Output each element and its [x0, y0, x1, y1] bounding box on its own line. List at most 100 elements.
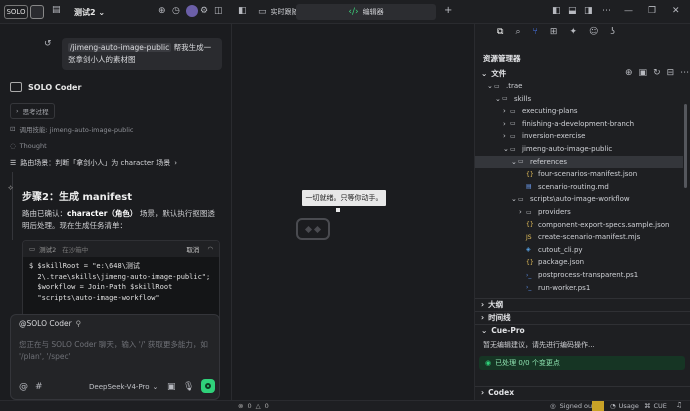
explorer-actions: ⊕ ▣ ↻ ⊟ ⋯ — [625, 69, 689, 78]
undo-icon[interactable]: ↺ — [44, 40, 52, 49]
thinking-toggle[interactable]: › 思考过程 — [10, 103, 55, 119]
microphone-icon[interactable]: 🎙 — [183, 383, 194, 392]
tree-item-label: four-scenarios-manifest.json — [538, 170, 638, 179]
new-chat-icon[interactable]: ⊕ — [158, 7, 166, 16]
tree-item-label: create-scenario-manifest.mjs — [538, 233, 641, 242]
tree-item[interactable]: › ▭ inversion-exercise — [475, 130, 683, 142]
cancel-button[interactable]: 取消 — [186, 244, 199, 254]
gear-icon[interactable]: ⚙ — [200, 7, 208, 16]
cuepro-section-header[interactable]: ⌄ Cue-Pro — [475, 324, 690, 336]
json-file-icon: {} — [526, 170, 534, 178]
tree-item-label: finishing-a-development-branch — [522, 119, 635, 128]
tree-item-label: postprocess-transparent.ps1 — [538, 271, 639, 279]
folder-icon: ▭ — [510, 107, 516, 115]
layout-right-icon[interactable]: ◨ — [584, 7, 593, 16]
model-selector[interactable]: DeepSeek-V4-Pro ⌄ — [89, 383, 158, 391]
tree-item[interactable]: {} package.json — [475, 256, 683, 268]
ellipsis-icon[interactable]: ⋯ — [602, 7, 611, 16]
send-button[interactable] — [201, 379, 215, 393]
new-folder-icon[interactable]: ▣ — [639, 69, 648, 78]
image-icon[interactable]: ▣ — [167, 383, 176, 392]
new-file-icon[interactable]: ⊕ — [625, 69, 633, 78]
chevron-right-icon: › — [519, 208, 522, 216]
tree-item[interactable]: ⌄ ▭ references — [475, 155, 683, 168]
problems-indicator[interactable]: ⊗ 0 △ 0 — [238, 402, 269, 410]
stop-icon — [205, 383, 211, 389]
add-tab-button[interactable]: + — [444, 6, 452, 16]
minimize-icon[interactable]: — — [624, 7, 633, 16]
thought-line[interactable]: ◌ Thought — [10, 142, 47, 150]
solo-badge[interactable]: SOLO — [4, 5, 28, 19]
cue-button[interactable]: ⌘ CUE — [644, 402, 667, 410]
collapse-icon[interactable]: ⊟ — [667, 69, 675, 78]
notification-icon[interactable] — [592, 401, 604, 411]
folder-open-icon: ▭ — [502, 95, 508, 103]
sparkle-icon[interactable]: ✦ — [569, 28, 577, 37]
panel-icon[interactable]: ◫ — [214, 7, 223, 16]
usage-button[interactable]: ◔ Usage — [610, 402, 639, 410]
chevron-down-icon: ⌄ — [481, 69, 488, 78]
chat-input-box[interactable]: @SOLO Coder ⚲ 您正在与 SOLO Coder 聊天，输入 '/' … — [10, 314, 220, 400]
tree-item[interactable]: ⌄ ▭ jimeng-auto-image-public — [475, 143, 683, 155]
user-icon: ◎ — [550, 402, 556, 410]
hash-icon[interactable]: # — [35, 383, 43, 392]
files-icon[interactable]: ⧉ — [497, 28, 503, 37]
avatar[interactable] — [186, 5, 198, 17]
json-file-icon: {} — [526, 258, 534, 266]
route-line[interactable]: ☰ 路由场景：判断「拿剑小人」为 character 场景 › — [10, 158, 177, 168]
folder-open-icon: ▭ — [510, 145, 516, 153]
history-icon[interactable]: ◷ — [172, 7, 180, 16]
tree-item[interactable]: ⌄ ▭ scripts\auto-image-workflow — [475, 193, 683, 205]
restore-icon[interactable]: ❐ — [648, 7, 656, 16]
tree-item[interactable]: ›_ run-worker.ps1 — [475, 282, 683, 294]
user-message: /jimeng-auto-image-public 帮我生成一张拿剑小人的素材图 — [62, 38, 222, 70]
layout-left-icon[interactable]: ◧ — [552, 7, 561, 16]
layout-bottom-icon[interactable]: ⬓ — [568, 7, 577, 16]
grid-icon[interactable]: ⊞ — [550, 28, 558, 37]
mention-chip[interactable]: @SOLO Coder ⚲ — [19, 319, 81, 328]
tree-item[interactable]: {} component-export-specs.sample.json — [475, 219, 683, 231]
tree-item[interactable]: ›_ postprocess-transparent.ps1 — [475, 269, 683, 281]
solo-mode-button[interactable] — [30, 5, 44, 19]
tree-item[interactable]: ⌄ ▭ .trae — [475, 80, 683, 92]
spinner-icon: ◠ — [207, 245, 213, 253]
cuepro-empty-text: 暂无编辑建议，请先进行编码操作... — [483, 341, 595, 349]
gauge-icon: ◔ — [610, 402, 616, 410]
chevron-right-icon: › — [481, 313, 485, 322]
tree-item[interactable]: ◈ cutout_cli.py — [475, 244, 683, 256]
chevron-down-icon: ⌄ — [503, 145, 509, 153]
tree-item-label: providers — [538, 208, 571, 216]
timeline-section-header[interactable]: › 时间线 — [475, 311, 690, 323]
bell-icon[interactable]: ♫ — [676, 402, 682, 409]
tree-item-label: package.json — [538, 258, 585, 267]
chevron-down-icon: ⌄ — [481, 326, 488, 335]
at-icon[interactable]: @ — [19, 383, 28, 392]
step-title: 步骤2：生成 manifest — [22, 192, 133, 203]
tree-scrollbar[interactable] — [684, 104, 687, 188]
source-control-icon[interactable]: ⑂ — [532, 28, 537, 37]
tree-item[interactable]: ▤ scenario-routing.md — [475, 181, 683, 193]
tree-item[interactable]: JS create-scenario-manifest.mjs — [475, 231, 683, 243]
chat-input[interactable]: 您正在与 SOLO Coder 聊天，输入 '/' 获取更多能力，如 '/pla… — [19, 339, 213, 363]
tab-editor[interactable]: ‹/› 编辑器 — [296, 4, 436, 20]
tree-item[interactable]: {} four-scenarios-manifest.json — [475, 168, 683, 180]
search-icon[interactable]: ⌕ — [515, 28, 520, 37]
settings-sliders-icon[interactable]: ⚲ — [76, 319, 82, 328]
tree-item[interactable]: › ▭ finishing-a-development-branch — [475, 118, 683, 130]
sidebar-toggle-icon-center[interactable]: ◧ — [238, 7, 247, 16]
session-title[interactable]: 测试2 ⌄ — [74, 7, 105, 18]
outline-section-header[interactable]: › 大纲 — [475, 298, 690, 310]
sidebar-toggle-icon[interactable]: ▤ — [52, 6, 61, 15]
tree-item[interactable]: › ▭ executing-plans — [475, 105, 683, 117]
ellipsis-icon[interactable]: ⋯ — [680, 69, 689, 78]
files-section-header[interactable]: ⌄ 文件 — [481, 68, 506, 79]
codex-section-header[interactable]: › Codex — [475, 386, 690, 398]
refresh-icon[interactable]: ↻ — [653, 69, 661, 78]
tree-item[interactable]: › ▭ providers — [475, 206, 683, 218]
chevron-down-icon: ⌄ — [495, 94, 501, 103]
hook-icon[interactable]: ʖ — [610, 28, 615, 37]
tree-item[interactable]: ⌄ ▭ skills — [475, 93, 683, 105]
account-status[interactable]: ◎ Signed out — [550, 402, 595, 410]
close-icon[interactable]: ✕ — [672, 7, 680, 16]
robot-icon[interactable]: ☺ — [589, 28, 598, 37]
